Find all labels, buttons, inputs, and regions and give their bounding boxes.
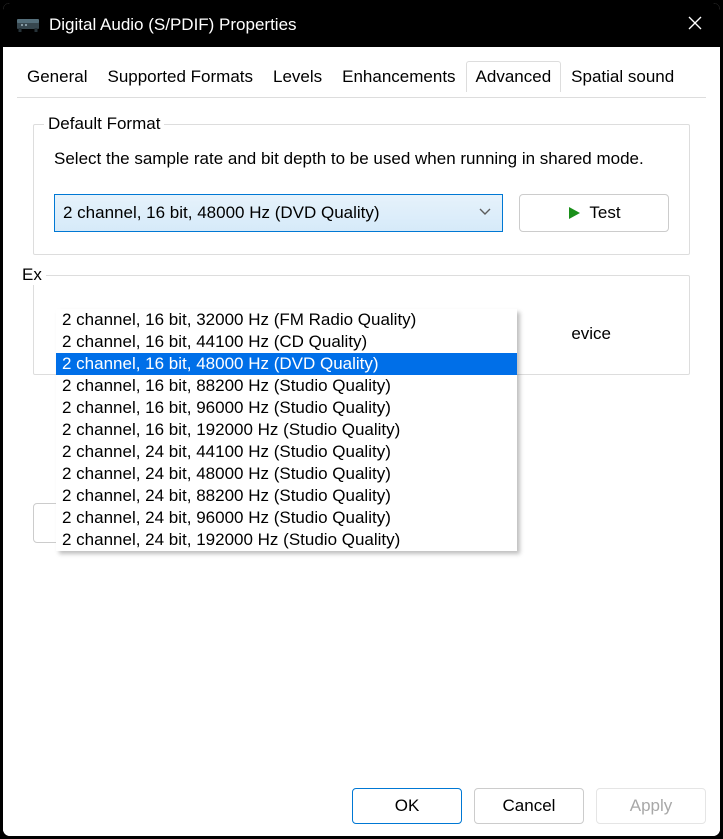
- cancel-button[interactable]: Cancel: [474, 788, 584, 824]
- client-area: General Supported Formats Levels Enhance…: [3, 47, 720, 836]
- cancel-label: Cancel: [503, 796, 556, 815]
- titlebar: Digital Audio (S/PDIF) Properties: [3, 3, 720, 47]
- format-option[interactable]: 2 channel, 24 bit, 44100 Hz (Studio Qual…: [56, 441, 517, 463]
- tab-supported-formats[interactable]: Supported Formats: [97, 61, 263, 92]
- tab-spatial-sound[interactable]: Spatial sound: [561, 61, 684, 92]
- close-button[interactable]: [670, 3, 720, 47]
- format-option[interactable]: 2 channel, 16 bit, 192000 Hz (Studio Qua…: [56, 419, 517, 441]
- format-option[interactable]: 2 channel, 16 bit, 96000 Hz (Studio Qual…: [56, 397, 517, 419]
- apply-button: Apply: [596, 788, 706, 824]
- format-option-label: 2 channel, 16 bit, 32000 Hz (FM Radio Qu…: [62, 310, 416, 329]
- tab-label: Supported Formats: [107, 67, 253, 86]
- tab-label: General: [27, 67, 87, 86]
- tab-enhancements[interactable]: Enhancements: [332, 61, 465, 92]
- ok-button[interactable]: OK: [352, 788, 462, 824]
- format-option[interactable]: 2 channel, 24 bit, 88200 Hz (Studio Qual…: [56, 485, 517, 507]
- ok-label: OK: [395, 796, 420, 815]
- format-option-label: 2 channel, 16 bit, 96000 Hz (Studio Qual…: [62, 398, 391, 417]
- play-icon: [567, 206, 581, 220]
- format-option-label: 2 channel, 16 bit, 88200 Hz (Studio Qual…: [62, 376, 391, 395]
- default-format-group: Default Format Select the sample rate an…: [33, 124, 690, 255]
- format-combobox[interactable]: 2 channel, 16 bit, 48000 Hz (DVD Quality…: [54, 194, 503, 232]
- format-option[interactable]: 2 channel, 16 bit, 32000 Hz (FM Radio Qu…: [56, 309, 517, 331]
- format-option[interactable]: 2 channel, 24 bit, 48000 Hz (Studio Qual…: [56, 463, 517, 485]
- test-button-label: Test: [589, 203, 620, 223]
- tab-general[interactable]: General: [17, 61, 97, 92]
- spdif-device-icon: [17, 17, 39, 33]
- format-option-label: 2 channel, 16 bit, 192000 Hz (Studio Qua…: [62, 420, 400, 439]
- format-option[interactable]: 2 channel, 16 bit, 48000 Hz (DVD Quality…: [56, 353, 517, 375]
- format-option[interactable]: 2 channel, 24 bit, 96000 Hz (Studio Qual…: [56, 507, 517, 529]
- apply-label: Apply: [630, 796, 673, 815]
- tab-underline: [17, 97, 706, 98]
- default-format-legend: Default Format: [44, 114, 164, 134]
- default-format-description: Select the sample rate and bit depth to …: [54, 147, 669, 172]
- format-row: 2 channel, 16 bit, 48000 Hz (DVD Quality…: [54, 194, 669, 232]
- tab-label: Advanced: [476, 67, 552, 86]
- format-option-label: 2 channel, 24 bit, 48000 Hz (Studio Qual…: [62, 464, 391, 483]
- format-option-label: 2 channel, 24 bit, 44100 Hz (Studio Qual…: [62, 442, 391, 461]
- tab-label: Enhancements: [342, 67, 455, 86]
- tab-levels[interactable]: Levels: [263, 61, 332, 92]
- dialog-footer: OK Cancel Apply: [3, 776, 720, 836]
- tab-bar: General Supported Formats Levels Enhance…: [3, 47, 720, 92]
- format-option-label: 2 channel, 24 bit, 88200 Hz (Studio Qual…: [62, 486, 391, 505]
- test-button[interactable]: Test: [519, 194, 669, 232]
- exclusive-mode-legend: Ex: [18, 265, 46, 285]
- format-option-label: 2 channel, 24 bit, 192000 Hz (Studio Qua…: [62, 530, 400, 549]
- window-title: Digital Audio (S/PDIF) Properties: [49, 15, 670, 35]
- format-option[interactable]: 2 channel, 16 bit, 88200 Hz (Studio Qual…: [56, 375, 517, 397]
- format-option-label: 2 channel, 16 bit, 44100 Hz (CD Quality): [62, 332, 367, 351]
- format-option-label: 2 channel, 16 bit, 48000 Hz (DVD Quality…: [62, 354, 379, 373]
- properties-window: Digital Audio (S/PDIF) Properties Genera…: [2, 2, 721, 837]
- tab-label: Levels: [273, 67, 322, 86]
- format-option[interactable]: 2 channel, 16 bit, 44100 Hz (CD Quality): [56, 331, 517, 353]
- close-icon: [688, 16, 702, 35]
- format-dropdown-list[interactable]: 2 channel, 16 bit, 32000 Hz (FM Radio Qu…: [56, 309, 517, 551]
- format-option[interactable]: 2 channel, 24 bit, 192000 Hz (Studio Qua…: [56, 529, 517, 551]
- tab-advanced[interactable]: Advanced: [466, 61, 562, 92]
- tab-label: Spatial sound: [571, 67, 674, 86]
- format-selected-value: 2 channel, 16 bit, 48000 Hz (DVD Quality…: [63, 203, 380, 223]
- chevron-down-icon: [478, 202, 492, 222]
- format-option-label: 2 channel, 24 bit, 96000 Hz (Studio Qual…: [62, 508, 391, 527]
